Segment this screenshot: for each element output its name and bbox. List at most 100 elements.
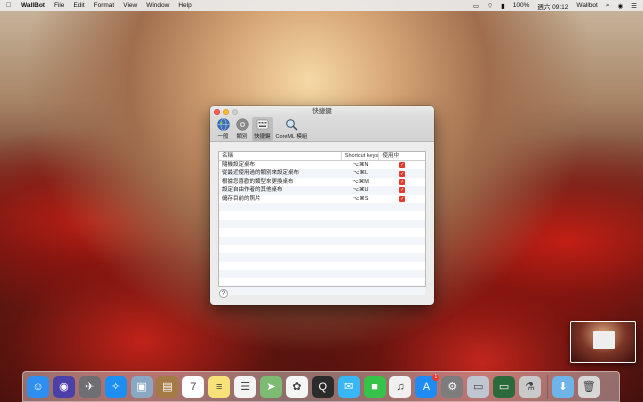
tab-shortcuts[interactable]: 快捷鍵 xyxy=(252,117,273,141)
shortcut-name: 儲存目前的照片 xyxy=(222,195,261,202)
finder-icon[interactable]: ☺ xyxy=(27,375,49,398)
photo-viewer-icon[interactable]: ▭ xyxy=(467,375,490,398)
enabled-checkbox[interactable]: ✓ xyxy=(399,178,406,185)
tab-categories[interactable]: 類別 xyxy=(233,117,251,141)
notification-center-icon[interactable]: ☰ xyxy=(631,2,637,10)
window-title: 快捷鍵 xyxy=(312,108,332,115)
siri-icon[interactable]: ◉ xyxy=(52,375,75,398)
zoom-button[interactable] xyxy=(232,108,238,115)
shortcut-name: 設定自由作者的其他桌布 xyxy=(222,187,283,194)
title-bar[interactable]: 快捷鍵 xyxy=(210,106,434,117)
thumbnail-window-preview xyxy=(593,331,615,349)
help-button[interactable]: ? xyxy=(219,289,228,298)
keyboard-icon xyxy=(255,117,269,131)
table-row[interactable]: 儲存目前的照片 ⌥⌘S ✓ xyxy=(219,195,425,203)
maps-icon[interactable]: ➤ xyxy=(260,375,283,398)
safari-icon[interactable]: ✧ xyxy=(104,375,127,398)
menu-clock[interactable]: 週六 09:12 xyxy=(537,1,568,11)
tab-general[interactable]: 一般 xyxy=(214,117,232,141)
menu-wallbot-status[interactable]: Wallbot xyxy=(576,2,597,9)
tab-shortcuts-label: 快捷鍵 xyxy=(254,134,271,140)
siri-icon[interactable]: ◉ xyxy=(618,2,624,10)
table-row[interactable]: 隨機設定桌布 ⌥⌘N ✓ xyxy=(219,161,425,169)
battery-icon[interactable]: ▮ xyxy=(501,2,505,10)
minimize-button[interactable] xyxy=(223,108,229,115)
empty-row xyxy=(219,278,425,286)
shortcut-keys[interactable]: ⌥⌘L xyxy=(342,169,380,177)
menu-file[interactable]: File xyxy=(54,2,64,9)
enabled-checkbox[interactable]: ✓ xyxy=(399,170,406,177)
app-store-icon[interactable]: A1 xyxy=(415,373,440,398)
quicktime-icon[interactable]: Q xyxy=(311,375,334,398)
preview-icon[interactable]: ▣ xyxy=(130,375,153,398)
empty-row xyxy=(219,228,425,236)
empty-row xyxy=(219,245,425,253)
shortcut-name: 從最近使用過的類別來設定桌布 xyxy=(222,170,300,177)
reminders-icon[interactable]: ☰ xyxy=(234,375,257,398)
empty-row xyxy=(219,202,425,212)
preferences-toolbar: 一般 類別 快捷鍵 CoreML 模組 xyxy=(210,117,434,142)
shortcut-keys[interactable]: ⌥⌘M xyxy=(342,178,380,186)
shortcut-name: 根據您喜歡的類型來更換桌布 xyxy=(222,178,294,185)
wifi-icon[interactable]: ⌔ xyxy=(487,1,493,10)
table-header: 名稱 Shortcut keys 使用中 xyxy=(219,152,425,161)
table-row[interactable]: 從最近使用過的類別來設定桌布 ⌥⌘L ✓ xyxy=(219,169,425,178)
shortcuts-table: 名稱 Shortcut keys 使用中 隨機設定桌布 ⌥⌘N ✓ 從最近使用過… xyxy=(218,151,426,296)
shortcuts-window: 快捷鍵 一般 類別 快捷鍵 CoreML 模組 名稱 Shortcut keys… xyxy=(210,106,434,305)
menu-format[interactable]: Format xyxy=(94,2,115,9)
empty-row xyxy=(219,286,425,296)
menu-window[interactable]: Window xyxy=(146,2,169,9)
menu-view[interactable]: View xyxy=(123,2,137,9)
empty-row xyxy=(219,236,425,245)
table-rows: 隨機設定桌布 ⌥⌘N ✓ 從最近使用過的類別來設定桌布 ⌥⌘L ✓ 根據您喜歡的… xyxy=(219,161,425,296)
empty-row xyxy=(219,211,425,219)
messages-icon[interactable]: ✉ xyxy=(337,375,360,398)
table-row[interactable]: 根據您喜歡的類型來更換桌布 ⌥⌘M ✓ xyxy=(219,178,425,186)
battery-percentage[interactable]: 100% xyxy=(513,2,530,9)
dock-separator xyxy=(546,374,548,399)
shortcut-keys[interactable]: ⌥⌘S xyxy=(342,195,380,203)
empty-row xyxy=(219,253,425,262)
empty-row xyxy=(219,270,425,279)
notification-badge: 1 xyxy=(432,373,440,381)
empty-row xyxy=(219,262,425,270)
facetime-icon[interactable]: ■ xyxy=(363,375,386,398)
screenshot-thumbnail[interactable] xyxy=(570,321,636,363)
menu-bar:  WallBot File Edit Format View Window H… xyxy=(0,0,643,11)
enabled-checkbox[interactable]: ✓ xyxy=(399,195,406,202)
notes-book-icon[interactable]: ▤ xyxy=(156,375,179,398)
photos-icon[interactable]: ✿ xyxy=(285,375,308,398)
trash-icon[interactable]: 🗑 xyxy=(577,375,600,398)
notes-icon[interactable]: ≡ xyxy=(208,375,231,398)
monitor-icon[interactable]: ▭ xyxy=(493,375,516,398)
shortcut-keys[interactable]: ⌥⌘N xyxy=(342,161,380,169)
dock: ☺ ◉ ✈ ✧ ▣ ▤ 7 ≡ ☰ ➤ ✿ Q ✉ ■ ♫ A 1 ⚙ ▭ ▭ ⚗ ⬇ 🗑 xyxy=(22,371,620,402)
close-button[interactable] xyxy=(214,108,220,115)
empty-row xyxy=(219,219,425,229)
enabled-checkbox[interactable]: ✓ xyxy=(399,187,406,194)
column-header-enabled[interactable]: 使用中 xyxy=(379,152,425,160)
magnifier-icon xyxy=(284,117,298,131)
column-header-keys[interactable]: Shortcut keys xyxy=(342,152,380,160)
calendar-icon[interactable]: 7 xyxy=(182,375,205,398)
tab-coreml[interactable]: CoreML 模組 xyxy=(274,117,310,141)
shortcut-keys[interactable]: ⌥⌘U xyxy=(342,186,380,194)
menu-app-name[interactable]: WallBot xyxy=(21,2,45,9)
scripts-icon[interactable]: ⚗ xyxy=(518,375,541,398)
music-icon[interactable]: ♫ xyxy=(389,375,412,398)
enabled-checkbox[interactable]: ✓ xyxy=(399,162,406,169)
apple-icon[interactable]:  xyxy=(6,2,14,9)
gear-icon xyxy=(235,117,249,131)
globe-icon xyxy=(216,117,230,131)
table-row[interactable]: 設定自由作者的其他桌布 ⌥⌘U ✓ xyxy=(219,186,425,195)
screen-mirroring-icon[interactable]: ▭ xyxy=(473,2,479,10)
shortcut-name: 隨機設定桌布 xyxy=(222,162,256,168)
launchpad-icon[interactable]: ✈ xyxy=(78,375,101,398)
column-header-name[interactable]: 名稱 xyxy=(219,152,342,160)
menu-help[interactable]: Help xyxy=(178,2,191,9)
tab-general-label: 一般 xyxy=(217,134,229,140)
downloads-folder-icon[interactable]: ⬇ xyxy=(551,375,574,398)
spotlight-icon[interactable]: ⌕ xyxy=(606,2,610,10)
system-preferences-icon[interactable]: ⚙ xyxy=(441,375,464,398)
menu-edit[interactable]: Edit xyxy=(73,2,84,9)
